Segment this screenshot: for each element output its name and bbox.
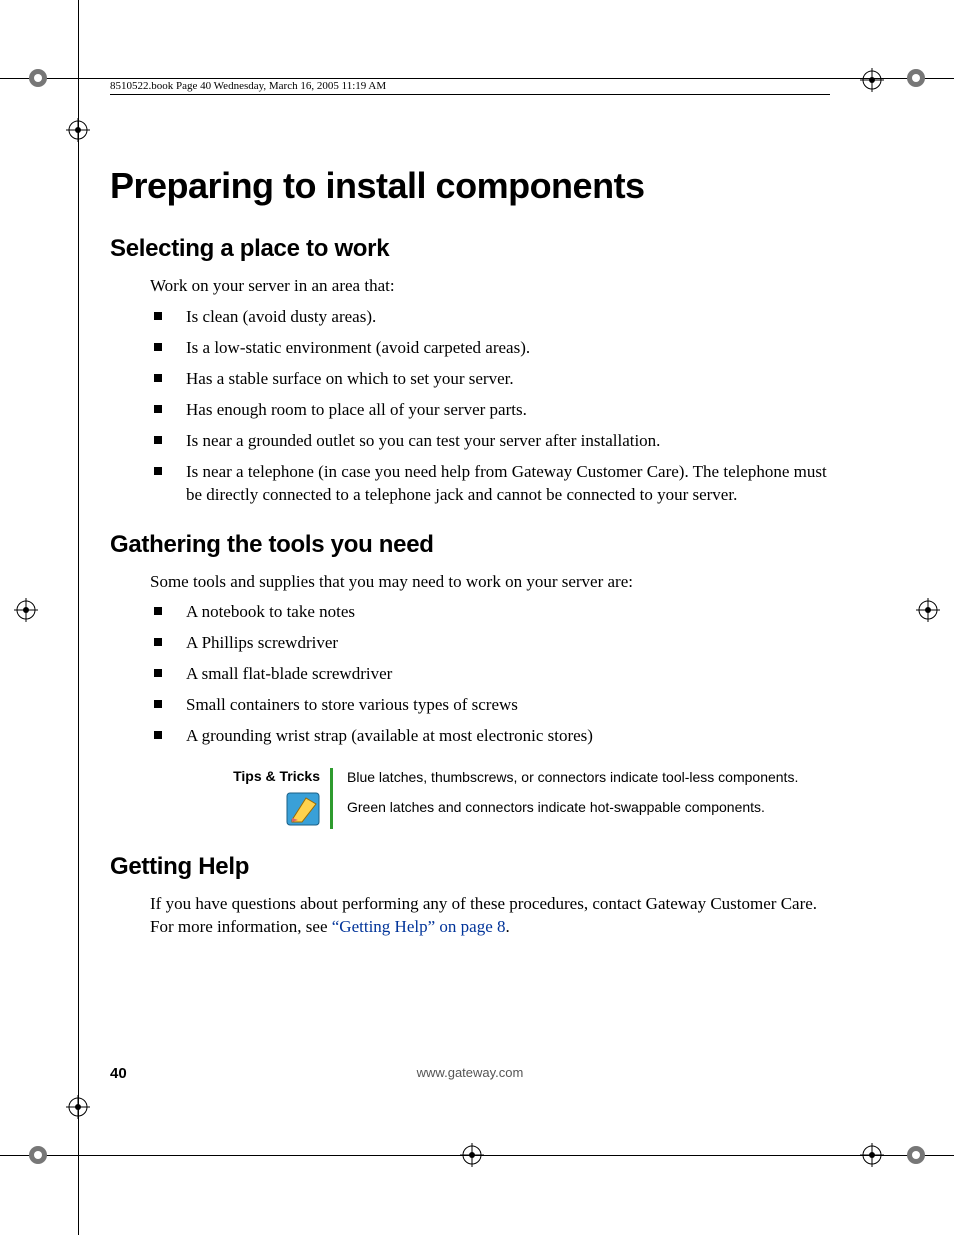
tips-note-icon [286,792,320,826]
tips-line: Blue latches, thumbscrews, or connectors… [347,768,830,788]
list-item: A grounding wrist strap (available at mo… [150,725,830,748]
registration-mark-icon [916,598,940,622]
crop-line [78,0,79,1235]
tips-line: Green latches and connectors indicate ho… [347,798,830,818]
intro-text: Some tools and supplies that you may nee… [150,571,830,594]
crop-line [0,78,954,79]
list-item: Is near a grounded outlet so you can tes… [150,430,830,453]
registration-mark-icon [28,1145,48,1165]
tips-content: Blue latches, thumbscrews, or connectors… [347,768,830,827]
list-item: Small containers to store various types … [150,694,830,717]
footer-url: www.gateway.com [110,1065,830,1080]
registration-mark-icon [14,598,38,622]
page-footer: 40 www.gateway.com [110,1065,830,1083]
registration-mark-icon [28,68,48,88]
tools-list: A notebook to take notes A Phillips scre… [150,601,830,748]
list-item: Has a stable surface on which to set you… [150,368,830,391]
list-item: A small flat-blade screwdriver [150,663,830,686]
list-item: Is clean (avoid dusty areas). [150,306,830,329]
list-item: Is near a telephone (in case you need he… [150,461,830,507]
cross-reference-link[interactable]: “Getting Help” on page 8 [332,917,506,936]
intro-text: Work on your server in an area that: [150,275,830,298]
section-heading-selecting: Selecting a place to work [110,235,830,263]
registration-mark-icon [460,1143,484,1167]
registration-mark-icon [906,68,926,88]
tips-label-column: Tips & Tricks [190,768,330,829]
page-title: Preparing to install components [110,165,830,207]
help-paragraph: If you have questions about performing a… [150,893,830,939]
registration-mark-icon [906,1145,926,1165]
list-item: A Phillips screwdriver [150,632,830,655]
registration-mark-icon [66,1095,90,1119]
running-header: 8510522.book Page 40 Wednesday, March 16… [110,80,830,95]
registration-mark-icon [66,118,90,142]
list-item: A notebook to take notes [150,601,830,624]
tips-label: Tips & Tricks [190,768,320,784]
list-item: Has enough room to place all of your ser… [150,399,830,422]
page-content: 8510522.book Page 40 Wednesday, March 16… [110,80,830,947]
selecting-list: Is clean (avoid dusty areas). Is a low-s… [150,306,830,507]
section-heading-tools: Gathering the tools you need [110,531,830,559]
list-item: Is a low-static environment (avoid carpe… [150,337,830,360]
tips-divider [330,768,333,829]
tips-and-tricks-box: Tips & Tricks Blue latches, thumbscrews,… [190,768,830,829]
help-text-after: . [505,917,509,936]
section-heading-help: Getting Help [110,853,830,881]
registration-mark-icon [860,68,884,92]
registration-mark-icon [860,1143,884,1167]
